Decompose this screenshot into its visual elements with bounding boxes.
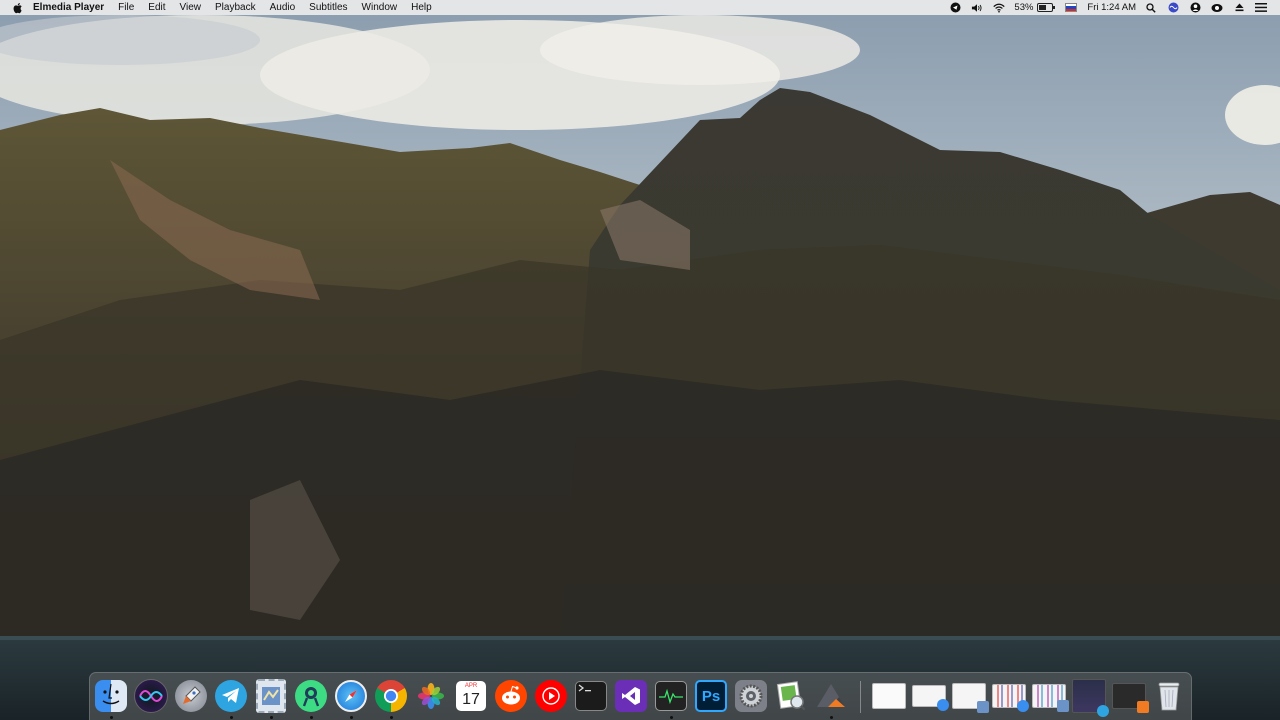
battery-icon[interactable] [1037,3,1056,12]
menu-file[interactable]: File [111,0,141,15]
minimized-window-3[interactable] [952,679,989,713]
input-source-flag-icon[interactable] [1065,3,1078,12]
menu-clock[interactable]: Fri 1:24 AM [1083,2,1140,13]
desktop-wallpaper [0,0,1280,720]
minimized-window-2[interactable] [912,679,949,713]
calendar-month: APR [464,683,478,689]
running-indicator [229,716,233,719]
menu-playback[interactable]: Playback [208,0,263,15]
dock-separator [860,681,861,713]
screen-mirroring-icon[interactable] [1211,2,1223,13]
telegram-icon[interactable] [214,679,248,719]
terminal-icon[interactable] [574,679,608,713]
siri-menu-icon[interactable] [1167,2,1179,13]
minimized-window-4[interactable] [992,679,1029,713]
running-indicator [269,716,273,719]
menu-audio[interactable]: Audio [263,0,303,15]
elmedia-player-icon[interactable] [814,679,848,719]
battery-level-fill [1039,5,1046,10]
menu-help[interactable]: Help [404,0,439,15]
menu-window[interactable]: Window [355,0,405,15]
launchpad-icon[interactable] [174,679,208,713]
user-account-icon[interactable] [1189,2,1201,13]
trash-icon[interactable] [1152,679,1186,713]
reddit-icon[interactable] [494,679,528,713]
battery-percent: 53% [1014,2,1034,13]
control-menu-icon[interactable] [1255,2,1267,13]
app-menu[interactable]: Elmedia Player [24,0,111,15]
running-indicator [389,716,393,719]
siri-icon[interactable] [134,679,168,713]
finder-icon[interactable] [94,679,128,719]
youtube-music-icon[interactable] [534,679,568,713]
running-indicator [109,716,113,719]
safari-badge-icon [1017,700,1029,712]
system-preferences-icon[interactable] [734,679,768,713]
elmedia-badge-icon [1137,701,1149,713]
mail-badge-icon [977,701,989,713]
visual-studio-icon[interactable] [614,679,648,713]
volume-icon[interactable] [971,2,983,13]
chrome-icon[interactable] [374,679,408,719]
photoshop-label: Ps [701,687,721,705]
running-indicator [829,716,833,719]
safari-icon[interactable] [334,679,368,719]
minimized-window-1[interactable] [872,679,906,713]
running-indicator [669,716,673,719]
running-indicator [309,716,313,719]
wifi-icon[interactable] [993,2,1006,13]
menu-subtitles[interactable]: Subtitles [302,0,354,15]
vpn-status-icon[interactable] [949,2,961,13]
minimized-window-7[interactable] [1112,679,1149,713]
menu-view[interactable]: View [173,0,209,15]
minimized-window-6[interactable] [1072,679,1109,717]
mail-badge-icon [1057,700,1069,712]
android-studio-icon[interactable] [294,679,328,719]
mail-icon[interactable] [254,679,288,719]
calendar-icon[interactable]: APR 17 [454,679,488,713]
minimized-window-5[interactable] [1032,679,1069,713]
apple-icon[interactable] [12,1,24,14]
spotlight-search-icon[interactable] [1145,2,1157,13]
eject-icon[interactable] [1233,2,1245,13]
menu-edit[interactable]: Edit [141,0,172,15]
photoshop-icon[interactable]: Ps [694,679,728,713]
activity-monitor-icon[interactable] [654,679,688,719]
menu-bar: Elmedia Player File Edit View Playback A… [0,0,1280,15]
preview-icon[interactable] [774,679,808,713]
dock: APR 17 Ps [89,672,1192,720]
calendar-day: 17 [462,691,480,708]
photos-icon[interactable] [414,679,448,713]
safari-badge-icon [937,699,949,711]
running-indicator [349,716,353,719]
telegram-badge-icon [1097,705,1109,717]
